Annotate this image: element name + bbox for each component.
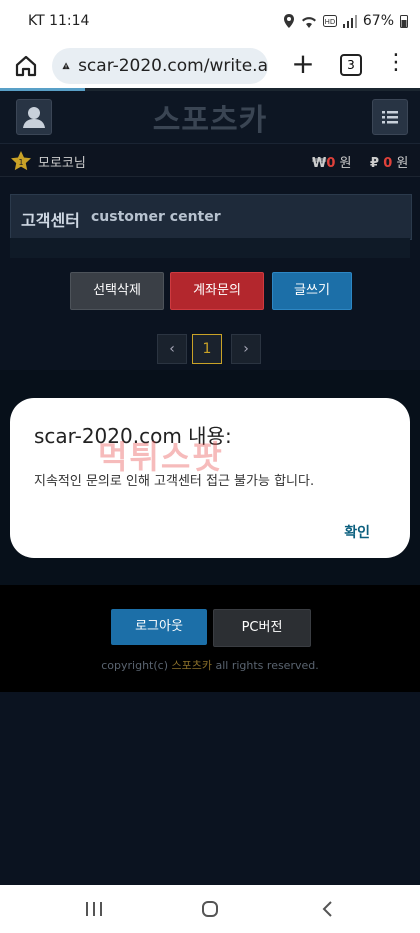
site-logo[interactable]: 스포츠카 <box>140 95 280 139</box>
won-symbol: ₩ <box>312 156 327 171</box>
write-button[interactable]: 글쓰기 <box>272 272 352 310</box>
tab-count-button[interactable]: 3 <box>340 54 362 76</box>
svg-text:1: 1 <box>18 158 23 167</box>
next-page-button[interactable]: › <box>231 334 261 364</box>
more-menu-icon[interactable]: ⋮ <box>385 50 407 75</box>
list-menu-icon <box>382 111 398 124</box>
pc-version-button[interactable]: PC버전 <box>213 609 311 647</box>
wifi-icon <box>301 16 316 28</box>
status-bar: KT 11:14 HD 67% <box>0 0 420 44</box>
point-value: 0 <box>383 156 393 171</box>
alert-dialog: scar-2020.com 내용: 지속적인 문의로 인해 고객센터 접근 불가… <box>10 398 410 558</box>
user-info-bar: 1 모로코님 ₩0 원 ₽ 0 원 <box>0 144 420 177</box>
browser-toolbar: scar-2020.com/write.a + 3 ⋮ <box>0 44 420 88</box>
user-icon <box>23 107 45 128</box>
copyright: copyright(c) 스포츠카 all rights reserved. <box>0 657 420 673</box>
menu-button[interactable] <box>372 99 408 135</box>
battery-label: 67% <box>362 13 394 29</box>
prev-page-button[interactable]: ‹ <box>157 334 187 364</box>
board-header: 고객센터 customer center <box>10 194 412 240</box>
warning-icon <box>62 62 70 70</box>
logout-button[interactable]: 로그아웃 <box>111 609 207 645</box>
url-text: scar-2020.com/write.a <box>78 56 268 76</box>
new-tab-icon[interactable]: + <box>288 50 318 78</box>
board-title: 고객센터 <box>21 211 80 230</box>
back-icon[interactable] <box>320 900 334 918</box>
won-unit: 원 <box>339 156 352 171</box>
site-footer: 로그아웃 PC버전 copyright(c) 스포츠카 all rights r… <box>0 585 420 692</box>
status-icons: HD 67% <box>283 13 408 29</box>
point-symbol: ₽ <box>370 156 380 171</box>
account-inquiry-button[interactable]: 계좌문의 <box>170 272 264 310</box>
won-value: 0 <box>326 156 336 171</box>
hd-icon: HD <box>322 15 337 27</box>
point-balance: ₽ 0 원 <box>370 152 408 171</box>
won-balance: ₩0 원 <box>312 152 352 171</box>
user-button[interactable] <box>16 99 52 135</box>
url-bar[interactable]: scar-2020.com/write.a <box>52 48 268 84</box>
recent-apps-icon[interactable] <box>84 901 104 917</box>
page-1-button[interactable]: 1 <box>192 334 222 364</box>
svg-text:HD: HD <box>325 18 336 26</box>
copyright-prefix: copyright(c) <box>101 659 168 672</box>
copyright-suffix: all rights reserved. <box>215 659 319 672</box>
signal-icon <box>342 14 357 28</box>
level-star-icon: 1 <box>11 151 31 171</box>
delete-selected-button[interactable]: 선택삭제 <box>70 272 164 310</box>
status-time: KT 11:14 <box>28 13 89 29</box>
dialog-ok-button[interactable]: 확인 <box>344 522 370 542</box>
battery-icon <box>400 15 408 28</box>
watermark: 먹튀스팟 <box>98 438 224 476</box>
location-icon <box>283 14 294 28</box>
system-nav-bar <box>0 885 420 933</box>
home-nav-icon[interactable] <box>201 900 219 918</box>
home-icon[interactable] <box>12 52 40 80</box>
board-list-area <box>10 238 410 258</box>
clock-label: 11:14 <box>49 13 90 29</box>
copyright-brand: 스포츠카 <box>171 659 212 672</box>
site-header: 스포츠카 <box>0 91 420 144</box>
board-subtitle: customer center <box>91 209 221 225</box>
username: 모로코님 <box>38 156 86 171</box>
point-unit: 원 <box>396 156 409 171</box>
carrier-label: KT <box>28 13 45 29</box>
